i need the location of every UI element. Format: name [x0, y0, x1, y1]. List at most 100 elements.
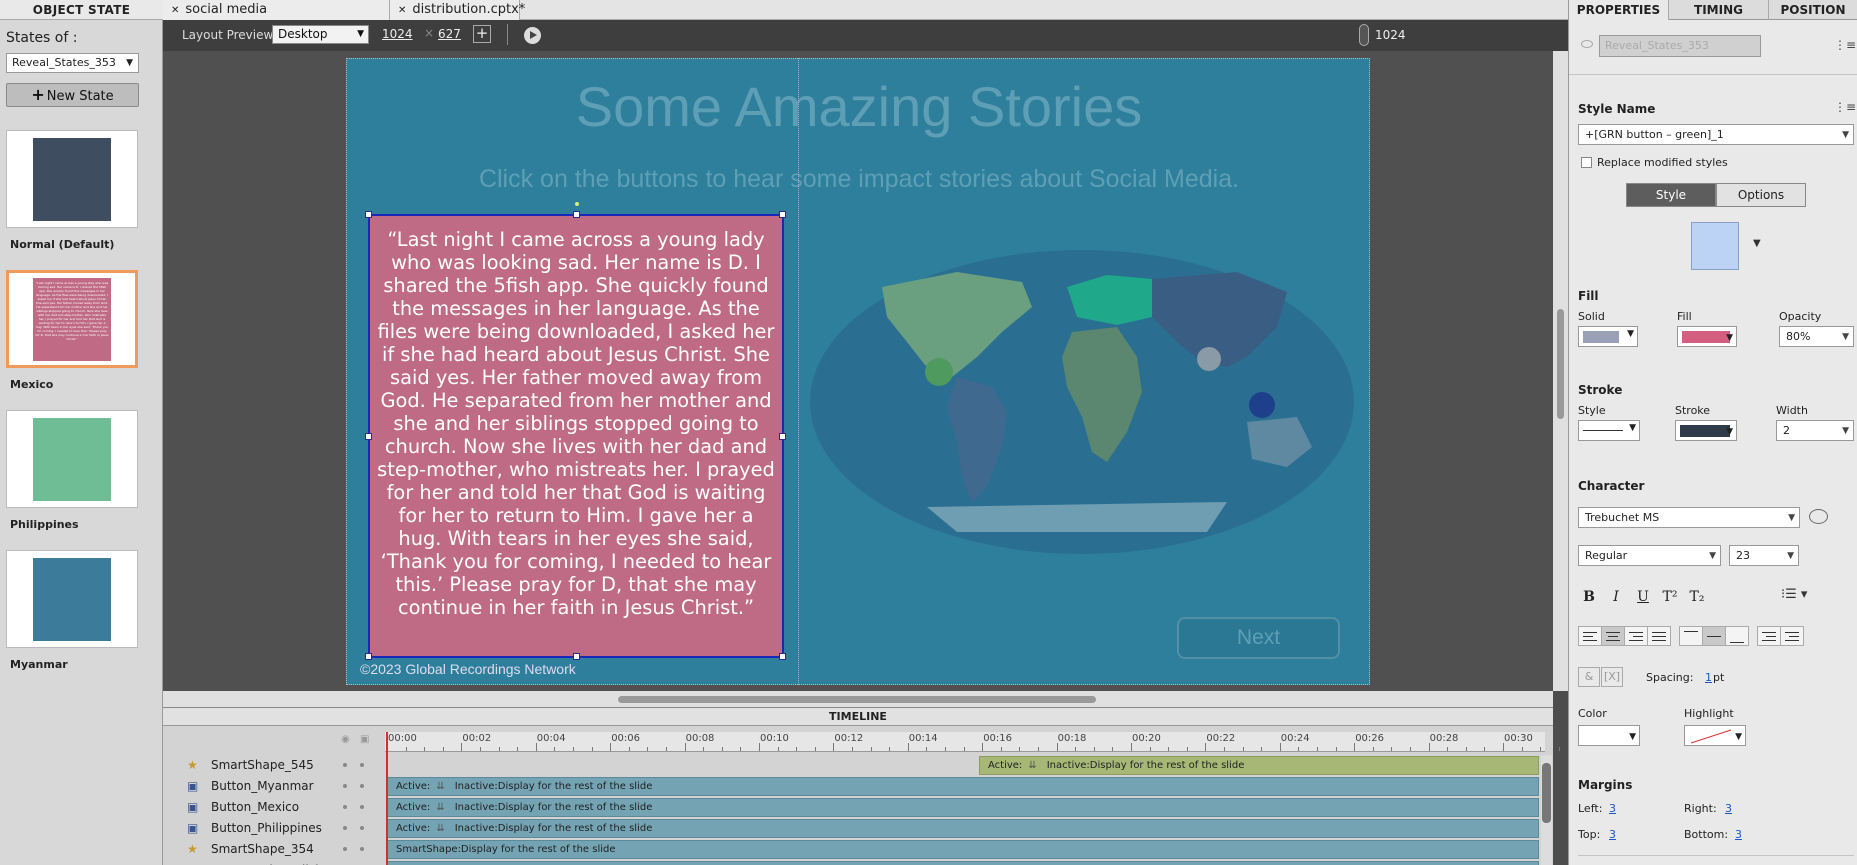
stroke-color-picker[interactable]: ▼ — [1675, 420, 1737, 441]
align-right-button[interactable] — [1624, 626, 1648, 646]
font-weight-select[interactable]: Regular ▼ — [1578, 545, 1721, 566]
object-select[interactable]: Reveal_States_353 ▼ — [6, 53, 139, 73]
scrollbar-thumb[interactable] — [618, 696, 1096, 703]
style-segment[interactable]: Style — [1626, 183, 1716, 207]
stroke-width-field[interactable]: 2 ▼ — [1776, 420, 1854, 441]
row-lock-toggle[interactable] — [360, 805, 364, 809]
style-menu-icon[interactable]: ⋮≡ — [1834, 100, 1856, 114]
close-icon[interactable]: ✕ — [171, 5, 179, 16]
play-icon[interactable] — [524, 27, 541, 44]
pause-marker-icon[interactable]: ⇊ — [436, 823, 444, 834]
state-thumb-philippines[interactable] — [6, 410, 138, 508]
list-style-select[interactable]: ⁝☰ ▾ — [1781, 587, 1841, 607]
slide-title[interactable]: Some Amazing Stories — [347, 74, 1369, 139]
style-name-select[interactable]: +[GRN button – green]_1 ▼ — [1578, 124, 1854, 145]
ruler-handle[interactable] — [1359, 24, 1369, 46]
underline-button[interactable]: U — [1632, 587, 1654, 607]
insert-symbol-icon[interactable]: & — [1578, 667, 1600, 687]
margin-top-value[interactable]: 3 — [1609, 828, 1616, 841]
align-center-button[interactable] — [1601, 626, 1625, 646]
add-breakpoint-icon[interactable]: + — [473, 25, 491, 43]
timeline-row[interactable]: ★ SmartShape_545 Active: ⇊ Inactive:Display … — [163, 755, 1548, 776]
subscript-button[interactable]: T₂ — [1686, 587, 1708, 607]
resize-handle-left[interactable] — [365, 433, 372, 440]
state-thumb-mexico[interactable]: “Last night I came across a young lady w… — [6, 270, 138, 368]
italic-button[interactable]: I — [1605, 587, 1627, 607]
style-preview-swatch[interactable] — [1691, 222, 1739, 270]
row-lock-toggle[interactable] — [360, 763, 364, 767]
timeline-row[interactable]: ★ SmartShape_354 SmartShape:Display for th… — [163, 839, 1548, 860]
scrollbar-thumb[interactable] — [1557, 309, 1564, 419]
device-select[interactable]: Desktop ▼ — [272, 25, 369, 44]
rotate-handle[interactable] — [575, 202, 579, 206]
text-color-picker[interactable]: ▼ — [1578, 725, 1640, 746]
margin-left-value[interactable]: 3 — [1609, 802, 1616, 815]
pause-marker-icon[interactable]: ⇊ — [1028, 760, 1036, 771]
timeline-bar[interactable]: Active: ⇊ Inactive:Display for the rest of… — [979, 756, 1539, 775]
row-visibility-toggle[interactable] — [343, 763, 347, 767]
highlight-color-picker[interactable]: ▼ — [1684, 725, 1746, 746]
timeline-bar[interactable]: Click on the buttons to hear some impact… — [387, 861, 1539, 865]
timeline-bar[interactable]: SmartShape:Display for the rest of the s… — [387, 840, 1539, 859]
resize-handle-bottom[interactable] — [573, 653, 580, 660]
row-visibility-toggle[interactable] — [343, 784, 347, 788]
font-size-select[interactable]: 23 ▼ — [1729, 545, 1799, 566]
slide-subtitle[interactable]: Click on the buttons to hear some impact… — [347, 165, 1369, 194]
font-visibility-icon[interactable] — [1809, 509, 1828, 524]
fill-opacity-field[interactable]: 80% ▼ — [1779, 326, 1854, 347]
insert-variable-icon[interactable]: [X] — [1601, 667, 1623, 687]
valign-middle-button[interactable] — [1702, 626, 1726, 646]
row-visibility-toggle[interactable] — [343, 805, 347, 809]
valign-bottom-button[interactable] — [1725, 626, 1749, 646]
align-left-button[interactable] — [1578, 626, 1602, 646]
timeline-object-name[interactable]: Button_Mexico — [211, 800, 299, 814]
state-thumb-normal[interactable] — [6, 130, 138, 228]
tab-social-media-distribution[interactable]: ✕social media distribution.cptx* — [163, 0, 390, 37]
story-text[interactable]: “Last night I came across a young lady w… — [376, 228, 776, 619]
tab-distribution[interactable]: ✕ distribution.cptx* — [390, 0, 525, 20]
spacing-value[interactable]: 1 — [1705, 671, 1712, 684]
resize-handle-bottom-right[interactable] — [779, 653, 786, 660]
row-visibility-toggle[interactable] — [343, 847, 347, 851]
stroke-style-select[interactable]: ▼ — [1578, 420, 1640, 441]
options-segment[interactable]: Options — [1716, 183, 1806, 207]
timeline-bar[interactable]: Active: ⇊ Inactive:Display for the rest of… — [387, 777, 1539, 796]
replace-styles-checkbox[interactable] — [1581, 157, 1592, 168]
valign-top-button[interactable] — [1679, 626, 1703, 646]
resize-handle-top-right[interactable] — [779, 211, 786, 218]
story-text-box[interactable]: “Last night I came across a young lady w… — [368, 214, 784, 658]
row-visibility-toggle[interactable] — [343, 826, 347, 830]
scrollbar-thumb[interactable] — [1542, 763, 1551, 823]
timeline-object-name[interactable]: SmartShape_354 — [211, 842, 314, 856]
resize-handle-top[interactable] — [573, 211, 580, 218]
preview-width[interactable]: 1024 — [382, 27, 413, 41]
resize-handle-right[interactable] — [779, 433, 786, 440]
preview-height[interactable]: 627 — [438, 27, 461, 41]
new-state-button[interactable]: + New State — [6, 83, 139, 107]
resize-handle-top-left[interactable] — [365, 211, 372, 218]
superscript-button[interactable]: T² — [1659, 587, 1681, 607]
chevron-down-icon[interactable]: ▼ — [1753, 238, 1761, 249]
timeline-row[interactable]: ▣ Button_Myanmar Active: ⇊ Inactive:Display … — [163, 776, 1548, 797]
timeline-row[interactable]: ▣ Button_Philippines Active: ⇊ Inactive:Disp… — [163, 818, 1548, 839]
font-family-select[interactable]: Trebuchet MS ▼ — [1578, 507, 1800, 528]
tab-position[interactable]: POSITION — [1769, 0, 1857, 20]
resize-handle-bottom-left[interactable] — [365, 653, 372, 660]
timeline-object-name[interactable]: SmartShape_545 — [211, 758, 314, 772]
lock-icon[interactable]: ▣ — [360, 734, 369, 745]
row-lock-toggle[interactable] — [360, 847, 364, 851]
align-justify-button[interactable] — [1647, 626, 1671, 646]
pause-marker-icon[interactable]: ⇊ — [436, 781, 444, 792]
timeline-playhead[interactable] — [386, 732, 388, 865]
object-name-field[interactable]: Reveal_States_353 — [1599, 35, 1761, 57]
panel-menu-icon[interactable]: ⋮≡ — [1834, 38, 1856, 52]
visibility-eye-icon[interactable] — [1581, 40, 1593, 48]
close-icon[interactable]: ✕ — [398, 5, 406, 16]
timeline-scrollbar[interactable] — [1541, 755, 1552, 865]
timeline-ruler[interactable]: 00:00 00:02 00:04 00:06 00:08 00:10 00:12 00:14… — [385, 732, 1560, 752]
row-lock-toggle[interactable] — [360, 784, 364, 788]
timeline-bar[interactable]: Active: ⇊ Inactive:Display for the rest of… — [387, 819, 1539, 838]
indent-button[interactable] — [1780, 626, 1804, 646]
stage-vertical-scrollbar[interactable] — [1553, 51, 1568, 691]
timeline-bar[interactable]: Active: ⇊ Inactive:Display for the rest of… — [387, 798, 1539, 817]
